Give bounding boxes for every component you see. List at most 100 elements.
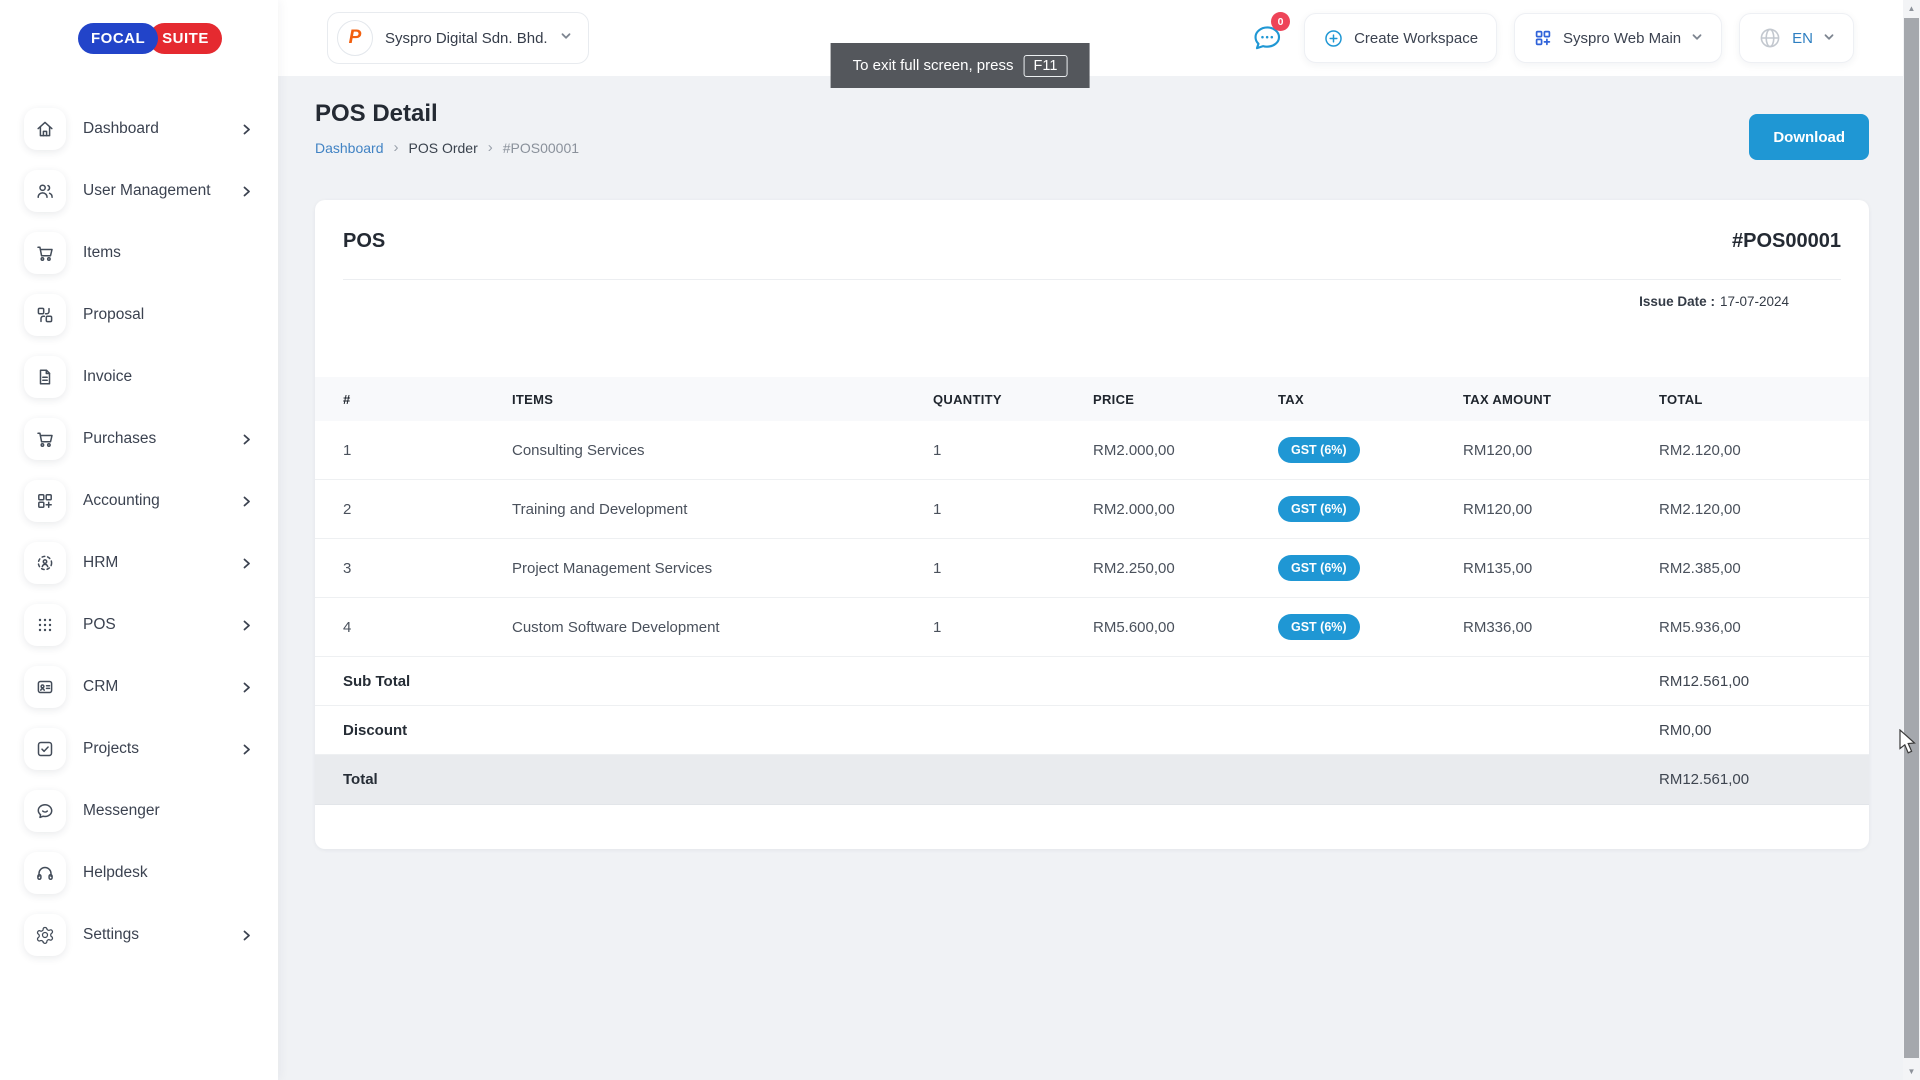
chevron-right-icon	[241, 930, 252, 941]
sidebar: FOCAL SUITE Dashboard User Management It…	[0, 0, 278, 1080]
tax-badge: GST (6%)	[1278, 555, 1360, 581]
total-row: Total RM12.561,00	[315, 755, 1869, 805]
sidebar-item-label: Dashboard	[83, 120, 159, 138]
transfer-icon	[24, 294, 66, 336]
chat-icon	[24, 790, 66, 832]
sidebar-item-messenger[interactable]: Messenger	[0, 780, 278, 842]
breadcrumb-dashboard[interactable]: Dashboard	[315, 140, 384, 156]
sidebar-item-settings[interactable]: Settings	[0, 904, 278, 966]
users-icon	[24, 170, 66, 212]
page-header: POS Detail Dashboard › POS Order › #POS0…	[315, 97, 1869, 160]
sidebar-item-helpdesk[interactable]: Helpdesk	[0, 842, 278, 904]
chevron-down-icon	[560, 29, 572, 47]
notification-badge: 0	[1271, 12, 1290, 31]
page-title: POS Detail	[315, 97, 579, 130]
create-workspace-button[interactable]: Create Workspace	[1304, 13, 1497, 63]
f11-key: F11	[1023, 55, 1067, 77]
toast-message: To exit full screen, press	[853, 57, 1014, 74]
cart-icon	[24, 418, 66, 460]
tax-badge: GST (6%)	[1278, 437, 1360, 463]
chevron-down-icon	[1691, 30, 1703, 47]
sidebar-item-label: Settings	[83, 926, 139, 944]
plus-circle-icon	[1323, 28, 1344, 49]
breadcrumb: Dashboard › POS Order › #POS00001	[315, 139, 579, 156]
sidebar-item-label: Accounting	[83, 492, 160, 510]
table-row: 4 Custom Software Development 1 RM5.600,…	[315, 598, 1869, 657]
sidebar-item-crm[interactable]: CRM	[0, 656, 278, 718]
sidebar-item-hrm[interactable]: HRM	[0, 532, 278, 594]
company-logo: P	[337, 20, 373, 56]
sidebar-item-dashboard[interactable]: Dashboard	[0, 98, 278, 160]
main-column: P Syspro Digital Sdn. Bhd. 0 Create Work…	[278, 0, 1920, 1080]
total-label: Total	[343, 771, 1659, 788]
sidebar-item-label: HRM	[83, 554, 118, 572]
create-workspace-label: Create Workspace	[1354, 30, 1478, 47]
scroll-down-arrow-icon[interactable]: ▼	[1903, 1063, 1920, 1080]
workspace-name: Syspro Web Main	[1563, 30, 1681, 47]
sidebar-item-proposal[interactable]: Proposal	[0, 284, 278, 346]
sidebar-item-projects[interactable]: Projects	[0, 718, 278, 780]
sidebar-item-label: CRM	[83, 678, 118, 696]
subtotal-label: Sub Total	[343, 673, 1659, 690]
sidebar-nav: Dashboard User Management Items Proposal…	[0, 76, 278, 966]
total-value: RM12.561,00	[1659, 771, 1841, 788]
subtotal-row: Sub Total RM12.561,00	[315, 657, 1869, 706]
col-header-tax: TAX	[1278, 392, 1463, 407]
topbar: P Syspro Digital Sdn. Bhd. 0 Create Work…	[278, 0, 1920, 76]
sidebar-item-label: Invoice	[83, 368, 132, 386]
chevron-right-icon	[241, 434, 252, 445]
breadcrumb-pos-order[interactable]: POS Order	[409, 140, 478, 156]
chevron-right-icon	[241, 186, 252, 197]
logo-focal: FOCAL	[78, 23, 158, 54]
chevron-right-icon	[241, 744, 252, 755]
sidebar-item-items[interactable]: Items	[0, 222, 278, 284]
grid-plus-icon	[24, 480, 66, 522]
breadcrumb-current: #POS00001	[503, 140, 579, 156]
vertical-scrollbar[interactable]: ▲ ▼	[1903, 0, 1920, 1080]
scrollbar-thumb[interactable]	[1904, 18, 1919, 1058]
table-row: 3 Project Management Services 1 RM2.250,…	[315, 539, 1869, 598]
sidebar-item-user-management[interactable]: User Management	[0, 160, 278, 222]
breadcrumb-separator-icon: ›	[394, 139, 399, 156]
gear-icon	[24, 914, 66, 956]
messages-button[interactable]: 0	[1247, 16, 1287, 60]
language-selector[interactable]: EN	[1739, 13, 1854, 63]
col-header-no: #	[343, 392, 512, 407]
hrm-target-icon	[24, 542, 66, 584]
download-button[interactable]: Download	[1749, 114, 1869, 160]
document-type: POS	[343, 230, 385, 253]
workspace-grid-icon	[1533, 28, 1553, 48]
table-header-row: # ITEMS QUANTITY PRICE TAX TAX AMOUNT TO…	[315, 377, 1869, 421]
logo-suite: SUITE	[149, 23, 222, 54]
col-header-items: ITEMS	[512, 392, 933, 407]
sidebar-item-purchases[interactable]: Purchases	[0, 408, 278, 470]
issue-date-row: Issue Date : 17-07-2024	[315, 294, 1869, 309]
globe-icon	[1758, 26, 1782, 50]
cart-icon	[24, 232, 66, 274]
invoice-icon	[24, 356, 66, 398]
sidebar-item-invoice[interactable]: Invoice	[0, 346, 278, 408]
tax-badge: GST (6%)	[1278, 614, 1360, 640]
language-code: EN	[1792, 30, 1813, 47]
sidebar-item-label: Projects	[83, 740, 139, 758]
issue-date-label: Issue Date :	[1639, 294, 1715, 309]
pos-detail-card: POS #POS00001 Issue Date : 17-07-2024 # …	[315, 200, 1869, 849]
sidebar-item-pos[interactable]: POS	[0, 594, 278, 656]
app-window: FOCAL SUITE Dashboard User Management It…	[0, 0, 1920, 1080]
company-selector[interactable]: P Syspro Digital Sdn. Bhd.	[327, 12, 589, 64]
workspace-selector[interactable]: Syspro Web Main	[1514, 13, 1722, 63]
id-card-icon	[24, 666, 66, 708]
col-header-tax-amount: TAX AMOUNT	[1463, 392, 1659, 407]
document-number: #POS00001	[1732, 230, 1841, 253]
sidebar-item-label: Messenger	[83, 802, 160, 820]
home-icon	[24, 108, 66, 150]
sidebar-item-label: Helpdesk	[83, 864, 148, 882]
scroll-up-arrow-icon[interactable]: ▲	[1903, 0, 1920, 17]
app-logo[interactable]: FOCAL SUITE	[0, 0, 278, 76]
discount-value: RM0,00	[1659, 722, 1841, 739]
chevron-down-icon	[1823, 30, 1835, 47]
table-row: 2 Training and Development 1 RM2.000,00 …	[315, 480, 1869, 539]
issue-date-value: 17-07-2024	[1720, 294, 1789, 309]
col-header-total: TOTAL	[1659, 392, 1841, 407]
sidebar-item-accounting[interactable]: Accounting	[0, 470, 278, 532]
